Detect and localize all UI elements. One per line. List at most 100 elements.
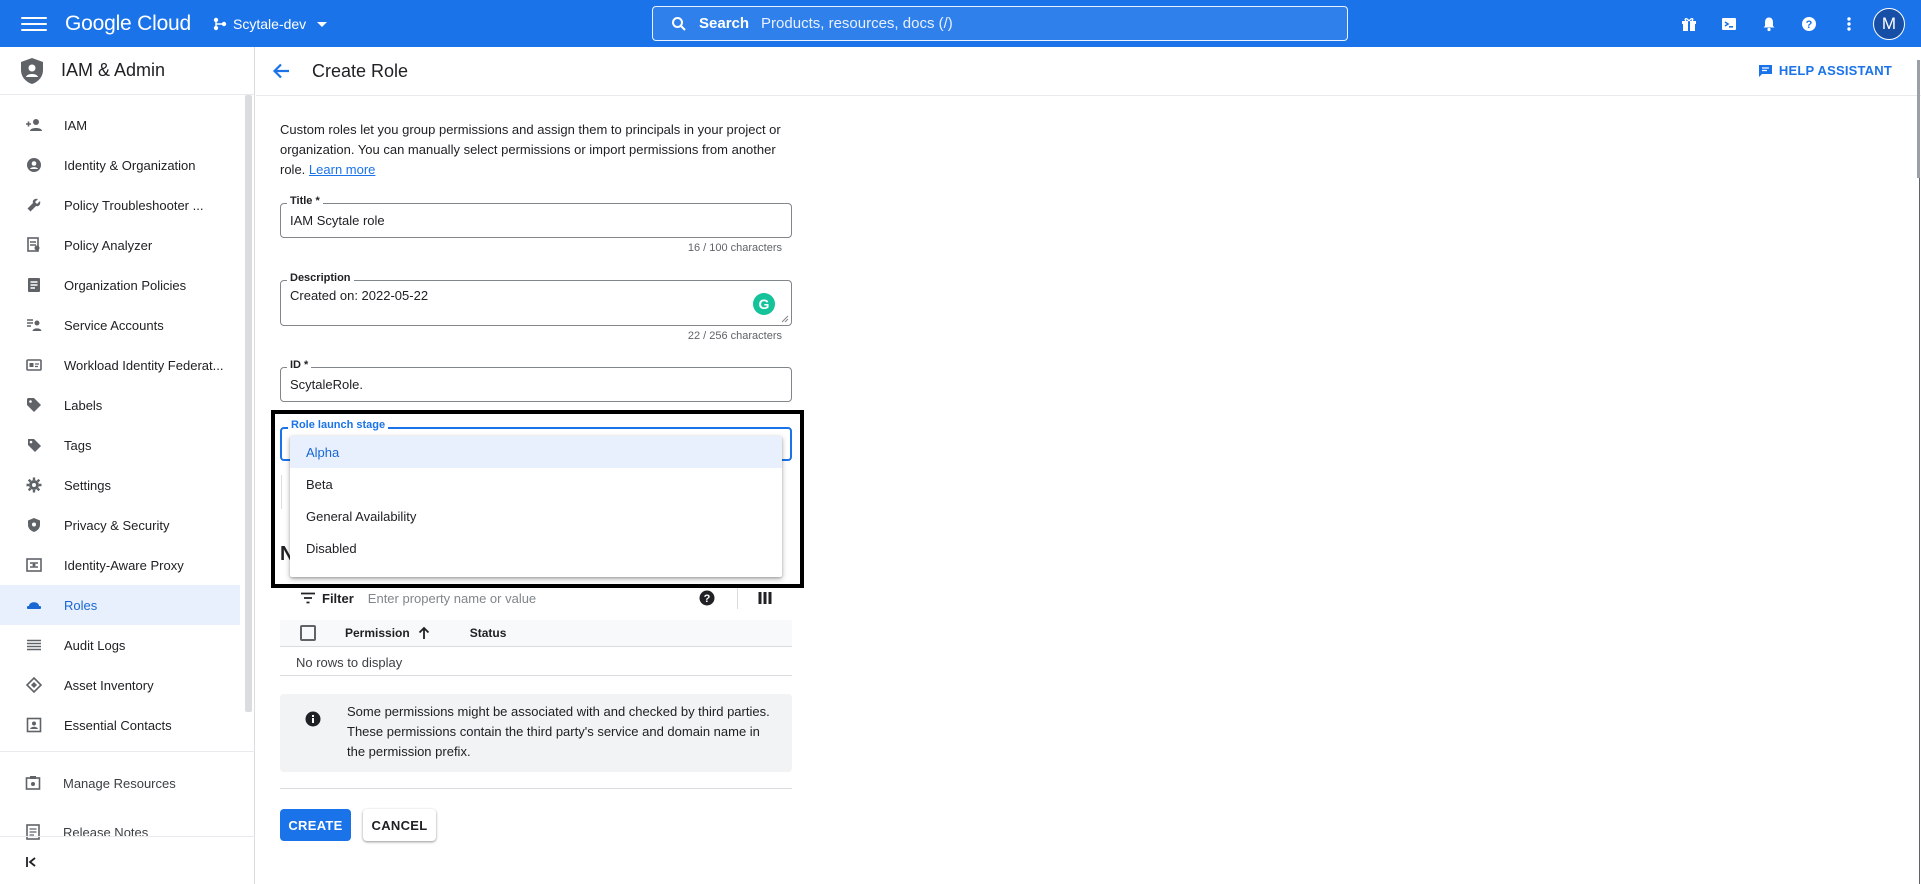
cancel-button[interactable]: CANCEL xyxy=(363,809,436,841)
annotation-highlight-box xyxy=(271,410,804,588)
sidebar-scrollbar[interactable] xyxy=(245,95,252,712)
hamburger-menu-icon[interactable] xyxy=(21,14,47,34)
sidebar-item-label: Organization Policies xyxy=(64,277,187,293)
chat-icon xyxy=(1758,64,1772,77)
help-assistant-button[interactable]: HELP ASSISTANT xyxy=(1758,63,1892,78)
sidebar-item-label: Workload Identity Federat... xyxy=(64,357,224,373)
list-doc-icon xyxy=(28,278,40,292)
roles-hat-icon xyxy=(27,602,41,609)
sidebar-item-label: Essential Contacts xyxy=(64,717,172,733)
sidebar-nav: IAM Identity & Organization Policy Troub… xyxy=(0,105,240,745)
chevron-down-icon xyxy=(317,21,328,27)
description-field[interactable]: Description Created on: 2022-05-22 G xyxy=(280,272,792,326)
collapse-sidebar-icon[interactable] xyxy=(25,855,39,873)
sidebar-item-label: Tags xyxy=(64,437,92,453)
project-name: Scytale-dev xyxy=(233,15,307,32)
learn-more-link[interactable]: Learn more xyxy=(309,162,375,177)
sidebar-header: IAM & Admin xyxy=(0,47,254,95)
sidebar-item-privacy-security[interactable]: Privacy & Security xyxy=(0,505,240,545)
permissions-table-header: Permission Status xyxy=(280,620,792,647)
wrench-icon xyxy=(27,198,41,212)
more-vert-icon[interactable] xyxy=(1829,4,1869,44)
sidebar-item-service-accounts[interactable]: Service Accounts xyxy=(0,305,240,345)
account-circle-icon xyxy=(27,158,41,172)
manage-resources-icon xyxy=(25,776,41,790)
filter-divider xyxy=(737,587,738,609)
title-value: IAM Scytale role xyxy=(290,213,385,228)
search-placeholder: Products, resources, docs (/) xyxy=(761,15,953,32)
description-label: Description xyxy=(287,272,354,284)
iam-shield-icon xyxy=(21,57,43,84)
account-avatar[interactable]: M xyxy=(1873,7,1905,40)
title-field[interactable]: Title * IAM Scytale role xyxy=(280,195,792,238)
google-cloud-logo[interactable]: Google Cloud xyxy=(65,12,191,36)
sidebar-title: IAM & Admin xyxy=(61,60,166,80)
sidebar-item-label: Policy Analyzer xyxy=(64,237,153,253)
diamond-icon xyxy=(26,677,42,693)
sidebar-item-label: Release Notes xyxy=(63,824,149,840)
sidebar-item-audit-logs[interactable]: Audit Logs xyxy=(0,625,240,665)
id-field[interactable]: ID * ScytaleRole. xyxy=(280,359,792,402)
sidebar-item-labels[interactable]: Labels xyxy=(0,385,240,425)
sidebar-item-asset-inventory[interactable]: Asset Inventory xyxy=(0,665,240,705)
gear-icon xyxy=(26,477,42,493)
id-card-icon xyxy=(26,359,42,371)
sidebar-item-workload-identity-federation[interactable]: Workload Identity Federat... xyxy=(0,345,240,385)
search-bar[interactable]: Search Products, resources, docs (/) xyxy=(652,6,1348,41)
sidebar-item-organization-policies[interactable]: Organization Policies xyxy=(0,265,240,305)
description-value: Created on: 2022-05-22 xyxy=(290,288,429,303)
help-circle-icon[interactable]: ? xyxy=(699,590,715,611)
gift-icon[interactable] xyxy=(1669,4,1709,44)
title-counter: 16 / 100 characters xyxy=(687,242,782,254)
filter-bar[interactable]: Filter Enter property name or value ? xyxy=(280,584,792,612)
notifications-bell-icon[interactable] xyxy=(1749,4,1789,44)
sidebar-item-release-notes[interactable]: Release Notes xyxy=(0,812,255,852)
sidebar-item-policy-analyzer[interactable]: Policy Analyzer xyxy=(0,225,240,265)
sidebar-item-iam[interactable]: IAM xyxy=(0,105,240,145)
info-text: Some permissions might be associated wit… xyxy=(347,704,770,759)
description-counter: 22 / 256 characters xyxy=(687,330,782,342)
person-add-icon xyxy=(26,119,42,131)
form-divider xyxy=(280,788,792,789)
project-selector[interactable]: Scytale-dev xyxy=(213,14,332,34)
intro-text: Custom roles let you group permissions a… xyxy=(280,120,790,180)
svg-text:?: ? xyxy=(1806,19,1813,31)
sidebar-item-label: Labels xyxy=(64,397,103,413)
page-scrollbar-track xyxy=(1919,178,1920,884)
lines-icon xyxy=(27,639,41,651)
help-icon[interactable]: ? xyxy=(1789,4,1829,44)
cloud-shell-icon[interactable] xyxy=(1709,4,1749,44)
filter-input[interactable]: Enter property name or value xyxy=(368,591,536,606)
permission-column-header[interactable]: Permission xyxy=(345,626,430,640)
service-account-icon xyxy=(27,319,42,331)
column-display-icon[interactable] xyxy=(758,591,772,610)
sidebar-item-manage-resources[interactable]: Manage Resources xyxy=(0,763,255,803)
sidebar-item-label: Manage Resources xyxy=(63,775,176,791)
id-label: ID * xyxy=(287,359,312,371)
sidebar-item-roles[interactable]: Roles xyxy=(0,585,240,625)
sidebar-divider xyxy=(0,751,255,752)
search-label: Search xyxy=(699,15,750,32)
grammarly-icon[interactable]: G xyxy=(753,293,775,315)
permission-column-label: Permission xyxy=(345,626,410,640)
sidebar-item-essential-contacts[interactable]: Essential Contacts xyxy=(0,705,240,745)
back-arrow-icon[interactable] xyxy=(272,63,290,79)
sidebar-item-identity-aware-proxy[interactable]: Identity-Aware Proxy xyxy=(0,545,240,585)
sidebar-item-identity-organization[interactable]: Identity & Organization xyxy=(0,145,240,185)
page-scrollbar-thumb[interactable] xyxy=(1917,60,1920,178)
sidebar-item-tags[interactable]: Tags xyxy=(0,425,240,465)
create-button[interactable]: CREATE xyxy=(280,809,351,841)
sidebar-item-label: Asset Inventory xyxy=(64,677,154,693)
select-all-checkbox[interactable] xyxy=(300,625,316,641)
sidebar-item-label: Policy Troubleshooter ... xyxy=(64,197,204,213)
sidebar-item-label: Audit Logs xyxy=(64,637,126,653)
filter-label: Filter xyxy=(322,590,354,606)
empty-table-message: No rows to display xyxy=(280,648,792,676)
status-column-header[interactable]: Status xyxy=(470,626,507,640)
proxy-icon xyxy=(26,558,42,572)
release-notes-icon xyxy=(26,824,40,840)
resize-handle-icon[interactable] xyxy=(781,315,789,323)
project-hierarchy-icon xyxy=(213,17,227,30)
sidebar-item-settings[interactable]: Settings xyxy=(0,465,240,505)
sidebar-item-policy-troubleshooter[interactable]: Policy Troubleshooter ... xyxy=(0,185,240,225)
